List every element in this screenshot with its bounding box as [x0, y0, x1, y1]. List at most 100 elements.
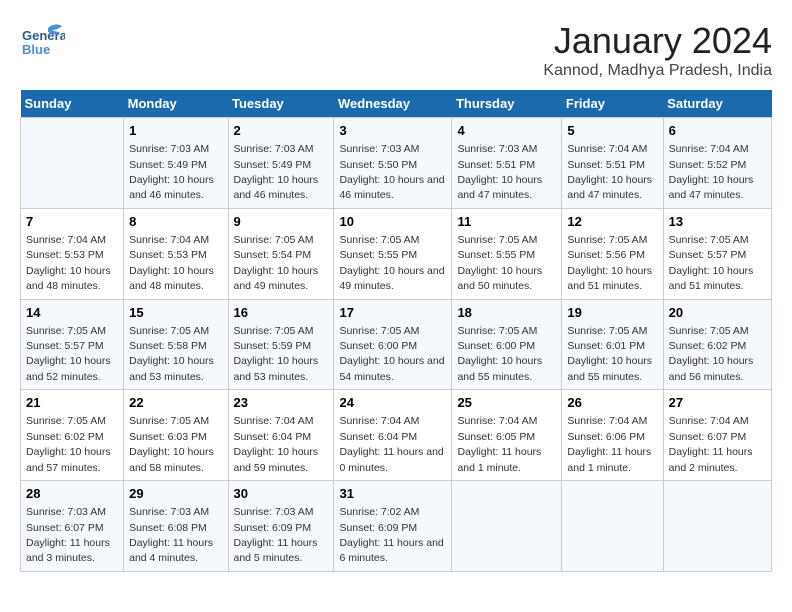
calendar-cell: 12 Sunrise: 7:05 AMSunset: 5:56 PMDayligh… [562, 208, 663, 299]
svg-text:General: General [22, 28, 65, 43]
sunrise-text: Sunrise: 7:05 AMSunset: 6:00 PMDaylight:… [339, 325, 444, 383]
day-number: 19 [567, 304, 657, 322]
calendar-cell: 22 Sunrise: 7:05 AMSunset: 6:03 PMDayligh… [124, 390, 228, 481]
day-number: 16 [234, 304, 329, 322]
sunrise-text: Sunrise: 7:03 AMSunset: 5:51 PMDaylight:… [457, 143, 542, 201]
day-number: 2 [234, 122, 329, 140]
calendar-cell: 28 Sunrise: 7:03 AMSunset: 6:07 PMDayligh… [21, 481, 124, 572]
calendar-cell [21, 118, 124, 209]
sunrise-text: Sunrise: 7:04 AMSunset: 6:06 PMDaylight:… [567, 415, 651, 473]
calendar-cell: 16 Sunrise: 7:05 AMSunset: 5:59 PMDayligh… [228, 299, 334, 390]
calendar-cell: 1 Sunrise: 7:03 AMSunset: 5:49 PMDaylight… [124, 118, 228, 209]
calendar-cell: 20 Sunrise: 7:05 AMSunset: 6:02 PMDayligh… [663, 299, 771, 390]
day-number: 30 [234, 485, 329, 503]
day-number: 10 [339, 213, 446, 231]
header-thursday: Thursday [452, 90, 562, 118]
calendar-cell: 26Sunrise: 7:04 AMSunset: 6:06 PMDayligh… [562, 390, 663, 481]
calendar-week-row: 28 Sunrise: 7:03 AMSunset: 6:07 PMDayligh… [21, 481, 772, 572]
day-number: 21 [26, 394, 118, 412]
day-number: 12 [567, 213, 657, 231]
day-number: 17 [339, 304, 446, 322]
header-saturday: Saturday [663, 90, 771, 118]
sunrise-text: Sunrise: 7:03 AMSunset: 6:08 PMDaylight:… [129, 506, 213, 564]
day-number: 29 [129, 485, 222, 503]
day-number: 14 [26, 304, 118, 322]
sunrise-text: Sunrise: 7:04 AMSunset: 6:04 PMDaylight:… [234, 415, 319, 473]
calendar-cell: 24Sunrise: 7:04 AMSunset: 6:04 PMDayligh… [334, 390, 452, 481]
calendar-cell: 5Sunrise: 7:04 AMSunset: 5:51 PMDaylight… [562, 118, 663, 209]
header-friday: Friday [562, 90, 663, 118]
calendar-week-row: 7 Sunrise: 7:04 AMSunset: 5:53 PMDaylight… [21, 208, 772, 299]
sunrise-text: Sunrise: 7:05 AMSunset: 5:59 PMDaylight:… [234, 325, 319, 383]
day-number: 8 [129, 213, 222, 231]
calendar-week-row: 1 Sunrise: 7:03 AMSunset: 5:49 PMDaylight… [21, 118, 772, 209]
calendar-cell: 19 Sunrise: 7:05 AMSunset: 6:01 PMDayligh… [562, 299, 663, 390]
calendar-week-row: 21 Sunrise: 7:05 AMSunset: 6:02 PMDayligh… [21, 390, 772, 481]
day-number: 23 [234, 394, 329, 412]
page-header: General Blue January 2024 Kannod, Madhya… [20, 20, 772, 80]
day-number: 25 [457, 394, 556, 412]
sunrise-text: Sunrise: 7:05 AMSunset: 6:02 PMDaylight:… [669, 325, 754, 383]
day-number: 7 [26, 213, 118, 231]
title-section: January 2024 Kannod, Madhya Pradesh, Ind… [543, 20, 772, 80]
calendar-cell: 10Sunrise: 7:05 AMSunset: 5:55 PMDayligh… [334, 208, 452, 299]
calendar-week-row: 14 Sunrise: 7:05 AMSunset: 5:57 PMDayligh… [21, 299, 772, 390]
sunrise-text: Sunrise: 7:05 AMSunset: 6:00 PMDaylight:… [457, 325, 542, 383]
sunrise-text: Sunrise: 7:04 AMSunset: 5:53 PMDaylight:… [26, 234, 111, 292]
sunrise-text: Sunrise: 7:03 AMSunset: 5:50 PMDaylight:… [339, 143, 444, 201]
sunrise-text: Sunrise: 7:05 AMSunset: 6:03 PMDaylight:… [129, 415, 214, 473]
calendar-cell: 25 Sunrise: 7:04 AMSunset: 6:05 PMDayligh… [452, 390, 562, 481]
header-wednesday: Wednesday [334, 90, 452, 118]
calendar-cell: 2 Sunrise: 7:03 AMSunset: 5:49 PMDaylight… [228, 118, 334, 209]
calendar-table: Sunday Monday Tuesday Wednesday Thursday… [20, 90, 772, 572]
day-number: 1 [129, 122, 222, 140]
calendar-cell: 4Sunrise: 7:03 AMSunset: 5:51 PMDaylight… [452, 118, 562, 209]
day-number: 13 [669, 213, 766, 231]
sunrise-text: Sunrise: 7:05 AMSunset: 5:57 PMDaylight:… [26, 325, 111, 383]
calendar-cell: 27 Sunrise: 7:04 AMSunset: 6:07 PMDayligh… [663, 390, 771, 481]
day-number: 18 [457, 304, 556, 322]
calendar-cell: 30Sunrise: 7:03 AMSunset: 6:09 PMDayligh… [228, 481, 334, 572]
calendar-cell [452, 481, 562, 572]
calendar-cell: 21 Sunrise: 7:05 AMSunset: 6:02 PMDayligh… [21, 390, 124, 481]
day-number: 6 [669, 122, 766, 140]
sunrise-text: Sunrise: 7:04 AMSunset: 5:51 PMDaylight:… [567, 143, 652, 201]
sunrise-text: Sunrise: 7:05 AMSunset: 5:54 PMDaylight:… [234, 234, 319, 292]
day-number: 24 [339, 394, 446, 412]
header-sunday: Sunday [21, 90, 124, 118]
calendar-cell: 15Sunrise: 7:05 AMSunset: 5:58 PMDayligh… [124, 299, 228, 390]
sunrise-text: Sunrise: 7:03 AMSunset: 5:49 PMDaylight:… [129, 143, 214, 201]
day-number: 22 [129, 394, 222, 412]
calendar-cell: 9 Sunrise: 7:05 AMSunset: 5:54 PMDaylight… [228, 208, 334, 299]
main-title: January 2024 [543, 20, 772, 62]
calendar-cell: 3Sunrise: 7:03 AMSunset: 5:50 PMDaylight… [334, 118, 452, 209]
sunrise-text: Sunrise: 7:04 AMSunset: 6:05 PMDaylight:… [457, 415, 541, 473]
sunrise-text: Sunrise: 7:05 AMSunset: 6:01 PMDaylight:… [567, 325, 652, 383]
calendar-cell: 18 Sunrise: 7:05 AMSunset: 6:00 PMDayligh… [452, 299, 562, 390]
calendar-cell: 7 Sunrise: 7:04 AMSunset: 5:53 PMDaylight… [21, 208, 124, 299]
day-number: 9 [234, 213, 329, 231]
sunrise-text: Sunrise: 7:04 AMSunset: 5:52 PMDaylight:… [669, 143, 754, 201]
sunrise-text: Sunrise: 7:05 AMSunset: 5:56 PMDaylight:… [567, 234, 652, 292]
sunrise-text: Sunrise: 7:05 AMSunset: 5:57 PMDaylight:… [669, 234, 754, 292]
day-number: 27 [669, 394, 766, 412]
calendar-cell [663, 481, 771, 572]
day-number: 11 [457, 213, 556, 231]
sunrise-text: Sunrise: 7:03 AMSunset: 5:49 PMDaylight:… [234, 143, 319, 201]
calendar-cell: 11Sunrise: 7:05 AMSunset: 5:55 PMDayligh… [452, 208, 562, 299]
header-monday: Monday [124, 90, 228, 118]
day-number: 20 [669, 304, 766, 322]
sunrise-text: Sunrise: 7:03 AMSunset: 6:07 PMDaylight:… [26, 506, 110, 564]
calendar-cell: 31Sunrise: 7:02 AMSunset: 6:09 PMDayligh… [334, 481, 452, 572]
day-number: 28 [26, 485, 118, 503]
calendar-cell: 13 Sunrise: 7:05 AMSunset: 5:57 PMDayligh… [663, 208, 771, 299]
sunrise-text: Sunrise: 7:04 AMSunset: 5:53 PMDaylight:… [129, 234, 214, 292]
sunrise-text: Sunrise: 7:05 AMSunset: 5:58 PMDaylight:… [129, 325, 214, 383]
calendar-cell: 17 Sunrise: 7:05 AMSunset: 6:00 PMDayligh… [334, 299, 452, 390]
calendar-cell: 23 Sunrise: 7:04 AMSunset: 6:04 PMDayligh… [228, 390, 334, 481]
day-number: 31 [339, 485, 446, 503]
calendar-header-row: Sunday Monday Tuesday Wednesday Thursday… [21, 90, 772, 118]
sunrise-text: Sunrise: 7:04 AMSunset: 6:07 PMDaylight:… [669, 415, 753, 473]
calendar-cell [562, 481, 663, 572]
sunrise-text: Sunrise: 7:05 AMSunset: 6:02 PMDaylight:… [26, 415, 111, 473]
